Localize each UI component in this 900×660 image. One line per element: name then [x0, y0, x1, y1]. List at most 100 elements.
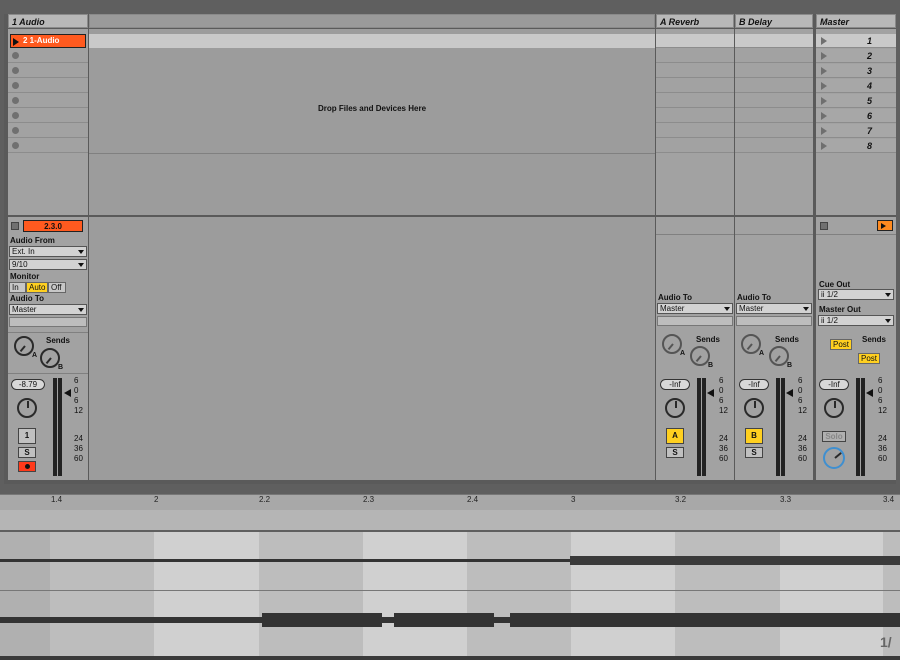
return-slot[interactable]: [735, 109, 813, 123]
clip-slot-3[interactable]: [8, 64, 88, 78]
send-b-knob[interactable]: [40, 348, 60, 368]
scene-launch-icon[interactable]: [821, 52, 827, 60]
cue-out-select[interactable]: ii 1/2: [818, 289, 894, 300]
return-slot[interactable]: [656, 64, 734, 78]
return-slot[interactable]: [735, 79, 813, 93]
master-out-select[interactable]: ii 1/2: [818, 315, 894, 326]
return-slot[interactable]: [656, 139, 734, 153]
input-channel-select[interactable]: 9/10: [9, 259, 87, 270]
arm-button[interactable]: [18, 461, 36, 472]
send-a-knob[interactable]: [14, 336, 34, 356]
chevron-down-icon: [78, 250, 84, 254]
reverb-activator[interactable]: A: [666, 428, 684, 444]
return-slot[interactable]: [656, 94, 734, 108]
audio-to-select[interactable]: Master: [9, 304, 87, 315]
clip-slot-1[interactable]: 2 1-Audio: [10, 34, 86, 48]
return-slot[interactable]: [735, 139, 813, 153]
waveform-area[interactable]: 1/: [0, 532, 900, 656]
master-pan-knob[interactable]: [824, 398, 844, 418]
return-slot[interactable]: [656, 34, 734, 48]
solo-button[interactable]: Solo: [822, 431, 846, 442]
scene-6[interactable]: 6: [816, 109, 896, 123]
clip-slot-7[interactable]: [8, 124, 88, 138]
delay-pan-knob[interactable]: [744, 398, 764, 418]
clip-slot-8[interactable]: [8, 139, 88, 153]
stop-all-clips-icon[interactable]: [820, 222, 828, 230]
scene-5[interactable]: 5: [816, 94, 896, 108]
return-slot[interactable]: [735, 64, 813, 78]
return-slot[interactable]: [735, 94, 813, 108]
return-slot[interactable]: [656, 124, 734, 138]
delay-send-b-knob[interactable]: [769, 346, 789, 366]
reverb-volume-display[interactable]: -Inf: [660, 379, 690, 390]
track-header-audio[interactable]: 1 Audio: [8, 14, 88, 28]
clip-slot-4[interactable]: [8, 79, 88, 93]
scene-4[interactable]: 4: [816, 79, 896, 93]
stop-button-icon[interactable]: [12, 97, 19, 104]
scene-launch-icon[interactable]: [821, 37, 827, 45]
scene-launch-icon[interactable]: [821, 67, 827, 75]
scene-3[interactable]: 3: [816, 64, 896, 78]
return-slot[interactable]: [735, 124, 813, 138]
reverb-output-field[interactable]: [657, 316, 733, 326]
scene-launch-icon[interactable]: [821, 112, 827, 120]
send-a-post-button[interactable]: Post: [830, 339, 852, 350]
stop-button-icon[interactable]: [12, 52, 19, 59]
scene-2[interactable]: 2: [816, 49, 896, 63]
reverb-send-a-knob[interactable]: [662, 334, 682, 354]
reverb-audio-to-select[interactable]: Master: [657, 303, 733, 314]
fader-handle-icon[interactable]: [866, 389, 873, 397]
return-slot[interactable]: [656, 49, 734, 63]
fader-handle-icon[interactable]: [707, 389, 714, 397]
cue-volume-knob[interactable]: [823, 447, 845, 469]
monitor-auto-button[interactable]: Auto: [26, 282, 48, 293]
return-slot[interactable]: [656, 79, 734, 93]
master-volume-display[interactable]: -Inf: [819, 379, 849, 390]
return-slot[interactable]: [656, 109, 734, 123]
scene-7[interactable]: 7: [816, 124, 896, 138]
clip-slot-6[interactable]: [8, 109, 88, 123]
delay-activator[interactable]: B: [745, 428, 763, 444]
scene-menu-icon[interactable]: [877, 220, 893, 231]
drop-area[interactable]: Drop Files and Devices Here: [89, 29, 655, 215]
monitor-in-button[interactable]: In: [9, 282, 26, 293]
scene-launch-icon[interactable]: [821, 97, 827, 105]
return-slot[interactable]: [735, 34, 813, 48]
solo-button[interactable]: S: [18, 447, 36, 458]
delay-output-field[interactable]: [736, 316, 812, 326]
fader-handle-icon[interactable]: [786, 389, 793, 397]
stop-button-icon[interactable]: [12, 67, 19, 74]
send-b-post-button[interactable]: Post: [858, 353, 880, 364]
stop-button-icon[interactable]: [12, 112, 19, 119]
clip-slot-5[interactable]: [8, 94, 88, 108]
stop-all-icon[interactable]: [11, 222, 19, 230]
play-icon[interactable]: [13, 38, 19, 46]
audio-from-select[interactable]: Ext. In: [9, 246, 87, 257]
stop-button-icon[interactable]: [12, 82, 19, 89]
stop-button-icon[interactable]: [12, 127, 19, 134]
delay-solo-button[interactable]: S: [745, 447, 763, 458]
volume-display[interactable]: -8.79: [11, 379, 45, 390]
track-activator[interactable]: 1: [18, 428, 36, 444]
pan-knob[interactable]: [17, 398, 37, 418]
delay-audio-to-select[interactable]: Master: [736, 303, 812, 314]
monitor-off-button[interactable]: Off: [48, 282, 66, 293]
delay-volume-display[interactable]: -Inf: [739, 379, 769, 390]
reverb-send-b-knob[interactable]: [690, 346, 710, 366]
scene-launch-icon[interactable]: [821, 82, 827, 90]
track-header-delay[interactable]: B Delay: [735, 14, 813, 28]
clip-slot-2[interactable]: [8, 49, 88, 63]
track-header-reverb[interactable]: A Reverb: [656, 14, 734, 28]
track-header-master[interactable]: Master: [816, 14, 896, 28]
scene-8[interactable]: 8: [816, 139, 896, 153]
reverb-solo-button[interactable]: S: [666, 447, 684, 458]
scene-launch-icon[interactable]: [821, 127, 827, 135]
reverb-pan-knob[interactable]: [665, 398, 685, 418]
stop-button-icon[interactable]: [12, 142, 19, 149]
scene-launch-icon[interactable]: [821, 142, 827, 150]
return-slot[interactable]: [735, 49, 813, 63]
scene-1[interactable]: 1: [816, 34, 896, 48]
delay-send-a-knob[interactable]: [741, 334, 761, 354]
fader-handle-icon[interactable]: [64, 389, 71, 397]
output-channel-field[interactable]: [9, 317, 87, 327]
